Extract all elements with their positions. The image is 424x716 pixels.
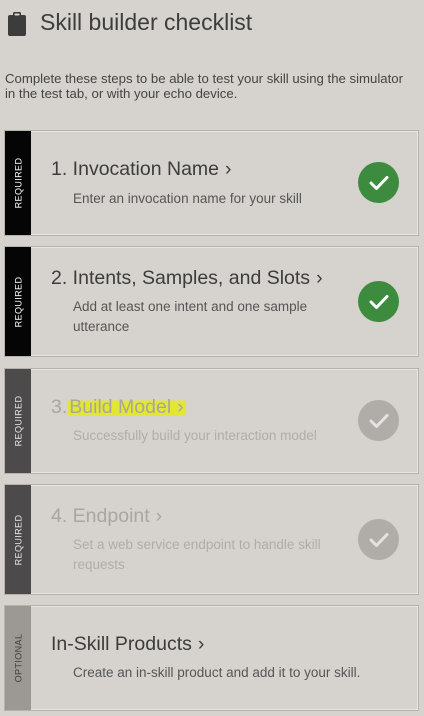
step-invocation-name[interactable]: REQUIRED 1. Invocation Name › Enter an in… <box>4 130 419 236</box>
highlight-marker: Build Model › <box>67 396 186 418</box>
checkmark-icon <box>358 519 399 560</box>
step-title-link[interactable]: 2. Intents, Samples, and Slots › <box>51 267 323 290</box>
required-tag: REQUIRED <box>5 131 31 235</box>
chevron-right-icon: › <box>177 396 184 418</box>
step-description: Successfully build your interaction mode… <box>73 428 317 443</box>
chevron-right-icon: › <box>316 267 323 289</box>
step-description: Add at least one intent and one sample u… <box>73 299 308 334</box>
clipboard-icon <box>8 12 26 36</box>
chevron-right-icon: › <box>155 505 163 527</box>
required-tag: REQUIRED <box>5 247 31 356</box>
step-title-link[interactable]: 1. Invocation Name › <box>51 158 232 181</box>
step-title-link[interactable]: 4. Endpoint › <box>51 505 162 528</box>
checkmark-icon <box>358 400 399 441</box>
chevron-right-icon: › <box>197 633 205 655</box>
step-description: Enter an invocation name for your skill <box>73 191 302 206</box>
intro-text: Complete these steps to be able to test … <box>5 71 404 101</box>
checkmark-icon <box>358 162 399 203</box>
step-build-model[interactable]: REQUIRED 3. Build Model › Successfully bui… <box>4 368 419 474</box>
step-title-link[interactable]: 3. Build Model › <box>51 396 186 419</box>
step-description: Set a web service endpoint to handle ski… <box>73 537 321 572</box>
step-title-link[interactable]: In-Skill Products › <box>51 633 204 656</box>
checklist-header: Skill builder checklist <box>0 0 424 48</box>
step-in-skill-products[interactable]: OPTIONAL In-Skill Products › Create an in… <box>4 605 419 711</box>
step-description: Create an in-skill product and add it to… <box>73 665 361 680</box>
optional-tag: OPTIONAL <box>5 606 31 710</box>
required-tag: REQUIRED <box>5 485 31 594</box>
required-tag: REQUIRED <box>5 369 31 473</box>
step-intents-samples-slots[interactable]: REQUIRED 2. Intents, Samples, and Slots ›… <box>4 246 419 357</box>
checkmark-icon <box>358 281 399 322</box>
step-endpoint[interactable]: REQUIRED 4. Endpoint › Set a web service … <box>4 484 419 595</box>
chevron-right-icon: › <box>225 158 232 180</box>
page-title: Skill builder checklist <box>40 9 253 35</box>
